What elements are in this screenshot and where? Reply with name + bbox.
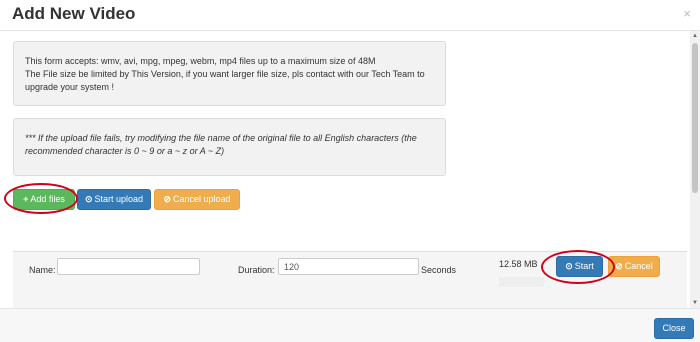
cancel-file-button[interactable]: ⊘ Cancel (608, 256, 660, 277)
add-video-dialog: Add New Video × This form accepts: wmv, … (0, 0, 700, 342)
start-upload-button[interactable]: ⊙ Start upload (77, 189, 151, 210)
dialog-header: Add New Video × (0, 0, 700, 31)
ban-icon: ⊘ (163, 194, 171, 204)
duration-label: Duration: (238, 265, 275, 275)
upload-tip-text: *** If the upload file fails, try modify… (25, 133, 417, 156)
close-icon[interactable]: × (683, 6, 691, 21)
duration-input[interactable]: 120 (278, 258, 419, 275)
scrollbar[interactable]: ▲ ▼ (690, 31, 700, 308)
ban-icon: ⊘ (615, 261, 623, 271)
highlight-ring-add-files (4, 183, 78, 214)
size-limit-line: The File size be limited by This Version… (25, 69, 425, 92)
close-button[interactable]: Close (654, 318, 694, 339)
cancel-upload-label: Cancel upload (173, 194, 231, 204)
formats-line: This form accepts: wmv, avi, mpg, mpeg, … (25, 56, 376, 66)
name-input[interactable] (57, 258, 200, 275)
dialog-title: Add New Video (12, 4, 136, 23)
scroll-thumb[interactable] (692, 43, 698, 193)
seconds-label: Seconds (421, 265, 457, 275)
play-circle-icon: ⊙ (84, 194, 93, 204)
accepted-formats-text: This form accepts: wmv, avi, mpg, mpeg, … (25, 55, 440, 94)
upload-progress-bar (499, 277, 544, 287)
dialog-footer (0, 308, 700, 342)
accepted-formats-box: This form accepts: wmv, avi, mpg, mpeg, … (13, 41, 446, 106)
upload-tip-box: *** If the upload file fails, try modify… (13, 118, 446, 176)
highlight-ring-start (541, 250, 615, 284)
start-upload-label: Start upload (94, 194, 144, 204)
cancel-upload-button[interactable]: ⊘ Cancel upload (154, 189, 240, 210)
cancel-file-label: Cancel (624, 261, 653, 271)
scroll-up-arrow-icon[interactable]: ▲ (690, 31, 700, 41)
name-label: Name: (29, 265, 56, 275)
scroll-down-arrow-icon[interactable]: ▼ (690, 298, 700, 308)
file-size: 12.58 MB (499, 259, 538, 269)
